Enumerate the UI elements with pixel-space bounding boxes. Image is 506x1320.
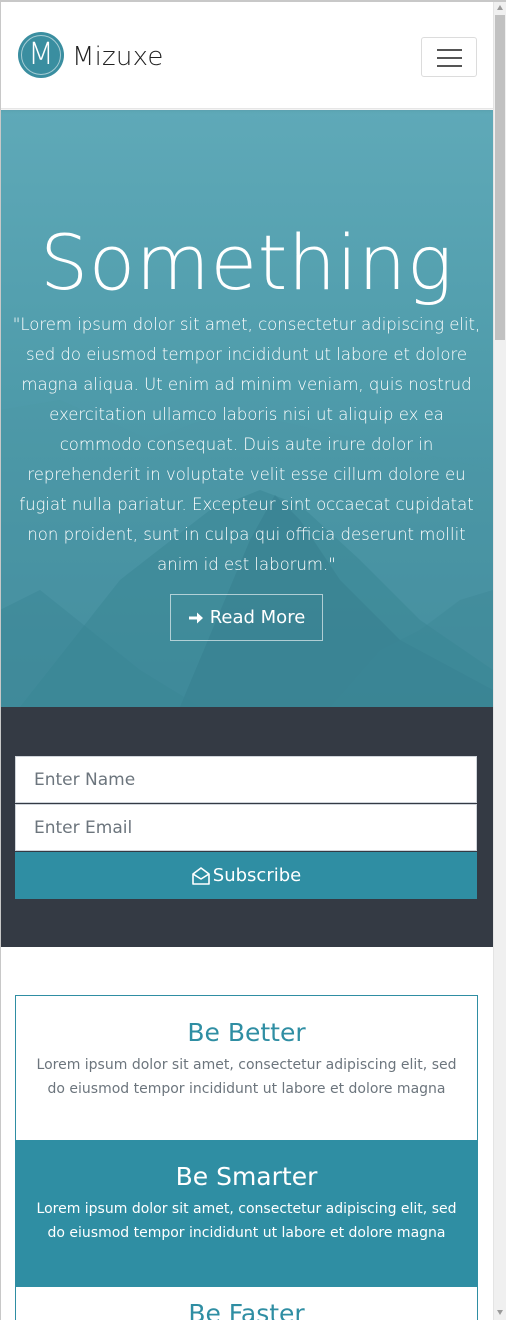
window-top-border xyxy=(0,0,506,2)
subscribe-button[interactable]: Subscribe xyxy=(15,852,477,899)
feature-card: Be Smarter Lorem ipsum dolor sit amet, c… xyxy=(16,1140,477,1286)
vertical-scrollbar[interactable] xyxy=(493,0,506,1320)
scroll-down-arrow-icon[interactable] xyxy=(497,1310,503,1315)
navbar: M Mizuxe xyxy=(0,2,493,109)
name-input[interactable]: Enter Name xyxy=(15,756,477,803)
page: M Mizuxe Something "Lorem ipsum dolor si… xyxy=(0,0,493,1320)
hero-text: "Lorem ipsum dolor sit amet, consectetur… xyxy=(12,315,481,574)
feature-text: Lorem ipsum dolor sit amet, consectetur … xyxy=(36,1057,457,1097)
scrollbar-thumb[interactable] xyxy=(495,15,505,340)
feature-card: Be Faster xyxy=(16,1286,477,1320)
read-more-label: Read More xyxy=(209,607,306,628)
feature-card: Be Better Lorem ipsum dolor sit amet, co… xyxy=(16,996,477,1140)
scroll-up-arrow-icon[interactable] xyxy=(497,5,503,10)
hamburger-menu-icon xyxy=(437,57,462,59)
feature-title: Be Better xyxy=(187,1018,306,1047)
feature-text: Lorem ipsum dolor sit amet, consectetur … xyxy=(36,1201,457,1241)
subscribe-label: Subscribe xyxy=(212,865,302,886)
hamburger-menu-icon xyxy=(437,65,462,67)
hamburger-menu-button[interactable] xyxy=(421,37,477,77)
subscribe-section: Enter Name Enter Email Subscribe xyxy=(0,707,493,947)
brand-name[interactable]: Mizuxe xyxy=(72,42,164,72)
window-left-border xyxy=(0,0,1,1320)
arrow-right-icon xyxy=(188,612,203,623)
email-input-placeholder: Enter Email xyxy=(34,817,133,838)
envelope-open-icon xyxy=(191,866,210,885)
feature-title: Be Smarter xyxy=(175,1162,318,1191)
feature-title: Be Faster xyxy=(188,1299,305,1320)
logo-icon[interactable]: M xyxy=(18,32,64,78)
features-section: Be Better Lorem ipsum dolor sit amet, co… xyxy=(15,995,478,1320)
name-input-placeholder: Enter Name xyxy=(34,769,136,790)
email-input[interactable]: Enter Email xyxy=(15,804,477,851)
hamburger-menu-icon xyxy=(437,49,462,51)
logo-letter: M xyxy=(28,37,54,72)
read-more-button[interactable]: Read More xyxy=(170,594,323,641)
hero-title: Something xyxy=(40,218,453,307)
hero-section: Something "Lorem ipsum dolor sit amet, c… xyxy=(0,110,493,707)
